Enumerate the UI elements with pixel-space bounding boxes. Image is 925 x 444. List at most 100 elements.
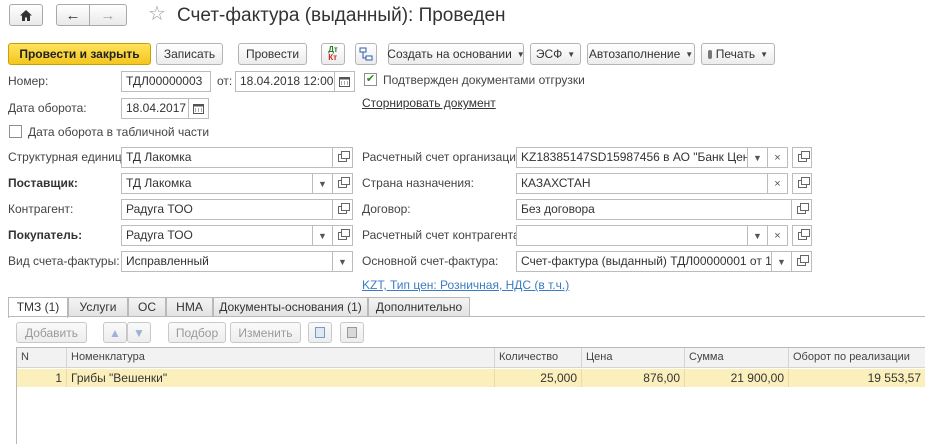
move-down-button[interactable]: ▼: [127, 322, 151, 343]
forward-button[interactable]: →: [89, 4, 127, 26]
chevron-down-icon: ▼: [753, 152, 762, 163]
price-type-link[interactable]: KZT, Тип цен: Розничная, НДС (в т.ч.): [362, 278, 569, 292]
esf-button[interactable]: ЭСФ ▼: [530, 43, 581, 65]
tab-tmz[interactable]: ТМЗ (1): [8, 297, 68, 318]
tab-services[interactable]: Услуги: [68, 297, 128, 317]
buyer-field[interactable]: Радуга ТОО: [121, 225, 313, 246]
supplier-dropdown-button[interactable]: ▼: [313, 173, 333, 194]
dt-kt-button[interactable]: Дт Кт: [321, 43, 345, 65]
home-button[interactable]: [9, 4, 43, 26]
confirmed-checkbox[interactable]: ✔: [364, 73, 377, 86]
calendar-button[interactable]: [335, 71, 355, 92]
row-nomenclature: Грибы "Вешенки": [67, 369, 495, 387]
post-button[interactable]: Провести: [238, 43, 307, 65]
dt-kt-icon: Дт Кт: [328, 45, 338, 62]
printer-icon: [708, 49, 712, 59]
unit-open-button[interactable]: [333, 147, 353, 168]
contractor-account-open-button[interactable]: [792, 225, 812, 246]
contractor-account-clear-button[interactable]: ×: [768, 225, 788, 246]
tab-additional[interactable]: Дополнительно: [368, 297, 470, 317]
add-row-button[interactable]: Добавить: [16, 322, 87, 343]
turnover-tab-checkbox[interactable]: [9, 125, 22, 138]
open-icon: [338, 150, 350, 162]
chevron-down-icon: ▼: [567, 49, 576, 59]
number-field[interactable]: ТДЛ00000003: [121, 71, 211, 92]
contractor-account-dropdown-button[interactable]: ▼: [748, 225, 768, 246]
document-date-field[interactable]: 18.04.2018 12:00:0: [235, 71, 335, 92]
invoice-type-dropdown-button[interactable]: ▼: [333, 251, 353, 272]
chevron-down-icon: ▼: [760, 49, 768, 59]
org-account-dropdown-button[interactable]: ▼: [748, 147, 768, 168]
tab-base-documents[interactable]: Документы-основания (1): [213, 297, 368, 317]
copy-row-button[interactable]: [308, 322, 332, 343]
chevron-down-icon: ▼: [685, 49, 694, 59]
supplier-label: Поставщик:: [8, 176, 78, 190]
post-and-close-button[interactable]: Провести и закрыть: [8, 43, 151, 65]
close-icon: ×: [774, 229, 781, 242]
tab-intangible-assets[interactable]: НМА: [166, 297, 213, 317]
org-account-open-button[interactable]: [792, 147, 812, 168]
column-header-price[interactable]: Цена: [582, 348, 685, 368]
turnover-date-field[interactable]: 18.04.2017: [121, 98, 189, 119]
column-header-quantity[interactable]: Количество: [495, 348, 582, 368]
country-clear-button[interactable]: ×: [768, 173, 788, 194]
org-account-field[interactable]: KZ18385147SD15987456 в АО "Банк ЦентрКре…: [516, 147, 748, 168]
paste-row-button[interactable]: [340, 322, 364, 343]
base-invoice-field[interactable]: Счет-фактура (выданный) ТДЛ00000001 от 1…: [516, 251, 772, 272]
supplier-field[interactable]: ТД Лакомка: [121, 173, 313, 194]
buyer-dropdown-button[interactable]: ▼: [313, 225, 333, 246]
autofill-button[interactable]: Автозаполнение ▼: [587, 43, 695, 65]
contractor-account-label: Расчетный счет контрагента:: [362, 228, 523, 242]
arrow-left-icon: ←: [65, 6, 81, 24]
structure-button[interactable]: [355, 43, 377, 65]
print-button[interactable]: Печать ▼: [701, 43, 775, 65]
contractor-account-field[interactable]: [516, 225, 748, 246]
org-account-clear-button[interactable]: ×: [768, 147, 788, 168]
create-based-on-button[interactable]: Создать на основании ▼: [387, 43, 525, 65]
column-header-nomenclature[interactable]: Номенклатура: [67, 348, 495, 368]
turnover-tab-label: Дата оборота в табличной части: [28, 125, 210, 139]
supplier-open-button[interactable]: [333, 173, 353, 194]
window-title: Счет-фактура (выданный): Проведен: [177, 5, 506, 26]
contract-open-button[interactable]: [792, 199, 812, 220]
save-button[interactable]: Записать: [156, 43, 223, 65]
country-label: Страна назначения:: [362, 176, 474, 190]
close-icon: ×: [774, 177, 781, 190]
open-icon: [797, 176, 810, 188]
close-icon: ×: [774, 151, 781, 164]
select-button[interactable]: Подбор: [168, 322, 226, 343]
reverse-document-link[interactable]: Сторнировать документ: [362, 96, 496, 110]
open-icon: [797, 228, 810, 240]
favorite-star-icon[interactable]: ☆: [148, 3, 166, 25]
back-button[interactable]: ←: [56, 4, 90, 26]
row-number: 1: [17, 369, 67, 387]
base-invoice-dropdown-button[interactable]: ▼: [772, 251, 792, 272]
move-up-button[interactable]: ▲: [103, 322, 127, 343]
turnover-calendar-button[interactable]: [189, 98, 209, 119]
chevron-down-icon: ▼: [318, 178, 327, 189]
country-field[interactable]: КАЗАХСТАН: [516, 173, 768, 194]
org-account-label: Расчетный счет организации:: [362, 150, 526, 164]
column-header-sum[interactable]: Сумма: [685, 348, 789, 368]
column-header-n[interactable]: N: [17, 348, 67, 368]
change-button[interactable]: Изменить: [230, 322, 301, 343]
invoice-type-label: Вид счета-фактуры:: [8, 254, 120, 268]
unit-field[interactable]: ТД Лакомка: [121, 147, 333, 168]
contractor-field[interactable]: Радуга ТОО: [121, 199, 333, 220]
buyer-open-button[interactable]: [333, 225, 353, 246]
country-open-button[interactable]: [792, 173, 812, 194]
open-icon: [338, 176, 350, 188]
arrow-down-icon: ▼: [133, 325, 145, 340]
base-invoice-label: Основной счет-фактура:: [362, 254, 499, 268]
base-invoice-open-button[interactable]: [792, 251, 812, 272]
column-header-turnover[interactable]: Оборот по реализации: [789, 348, 925, 368]
contractor-open-button[interactable]: [333, 199, 353, 220]
contract-field[interactable]: Без договора: [516, 199, 792, 220]
invoice-type-field[interactable]: Исправленный: [121, 251, 333, 272]
tab-fixed-assets[interactable]: ОС: [128, 297, 166, 317]
goods-table[interactable]: N Номенклатура Количество Цена Сумма Обо…: [16, 347, 925, 444]
unit-label: Структурная единица:: [8, 150, 132, 164]
arrow-up-icon: ▲: [109, 325, 121, 340]
chevron-down-icon: ▼: [753, 230, 762, 241]
arrow-right-icon: →: [100, 6, 116, 24]
